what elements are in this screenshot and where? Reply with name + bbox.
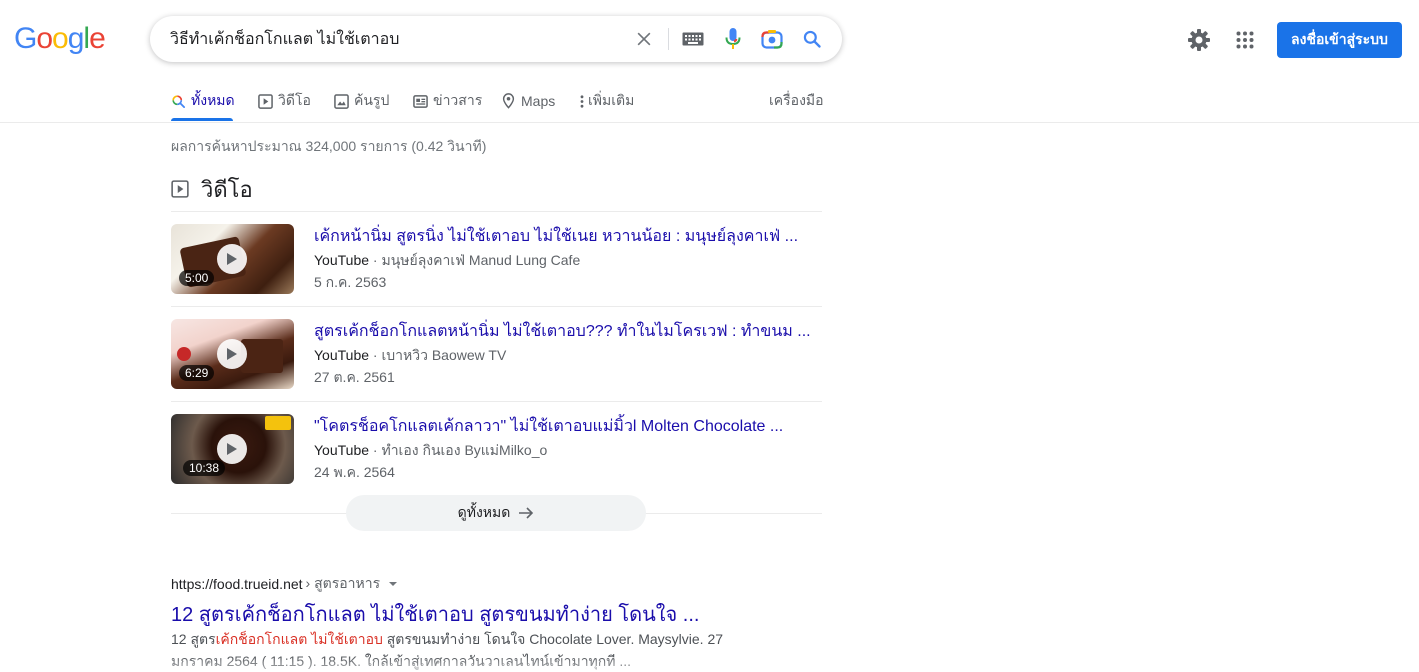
tab-label: วิดีโอ: [278, 92, 311, 108]
tab-images[interactable]: ค้นรูป: [334, 80, 389, 122]
video-title-link[interactable]: "โคตรช็อคโกแลตเค้กลาวา" ไม่ใช้เตาอบแม่มิ…: [314, 414, 783, 439]
tab-label: ค้นรูป: [354, 92, 390, 108]
header: Google ลงชื่อเข้าสู่ระบบ: [0, 0, 1419, 80]
settings-gear-icon[interactable]: [1187, 28, 1211, 52]
see-all-videos-button[interactable]: ดูทั้งหมด: [346, 495, 646, 531]
video-duration: 6:29: [179, 365, 215, 381]
video-date: 27 ต.ค. 2561: [314, 369, 395, 385]
videos-heading: วิดีโอ: [201, 176, 253, 202]
keyboard-icon[interactable]: [681, 27, 705, 51]
video-source: YouTube · เบาหวิว Baowew TV: [314, 347, 507, 363]
video-result[interactable]: 5:00 เค้กหน้านิ่ม สูตรนิ่ง ไม่ใช้เตาอบ ไ…: [171, 211, 822, 306]
video-thumbnail[interactable]: 10:38: [171, 414, 294, 484]
image-icon: [334, 93, 349, 109]
video-platform: YouTube: [314, 347, 370, 363]
video-channel: มนุษย์ลุงคาเฟ่ Manud Lung Cafe: [381, 252, 581, 268]
result-cite[interactable]: https://food.trueid.net › สูตรอาหาร: [171, 573, 398, 595]
play-icon: [217, 339, 247, 369]
google-logo[interactable]: Google: [14, 22, 106, 56]
apps-grid-icon[interactable]: [1233, 28, 1257, 52]
tab-label: เพิ่มเติม: [588, 92, 635, 108]
arrow-right-icon: [519, 507, 534, 519]
video-icon: [258, 93, 273, 109]
video-duration: 10:38: [183, 460, 226, 476]
search-icon[interactable]: [800, 27, 824, 51]
snippet-text: 12 สูตร: [171, 631, 216, 647]
video-title-link[interactable]: สูตรเค้กช็อกโกแลตหน้านิ่ม ไม่ใช้เตาอบ???…: [314, 319, 811, 344]
more-vert-icon: [580, 94, 584, 108]
snippet-highlight: เค้กช็อกโกแลต ไม่ใช้เตาอบ: [215, 631, 383, 647]
result-path: › สูตรอาหาร: [305, 575, 381, 591]
label-sticker: [265, 416, 291, 430]
tab-label: Maps: [521, 93, 556, 109]
search-divider: [668, 28, 669, 50]
video-icon: [171, 180, 189, 198]
result-site: https://food.trueid.net: [171, 576, 303, 592]
chevron-down-icon[interactable]: [388, 581, 398, 587]
result-title-link[interactable]: 12 สูตรเค้กช็อกโกแลต ไม่ใช้เตาอบ สูตรขนม…: [171, 598, 699, 630]
sign-in-button[interactable]: ลงชื่อเข้าสู่ระบบ: [1277, 22, 1402, 58]
result-stats: ผลการค้นหาประมาณ 324,000 รายการ (0.42 วิ…: [171, 138, 487, 154]
video-duration: 5:00: [179, 270, 215, 286]
see-all-label: ดูทั้งหมด: [457, 504, 511, 520]
tab-more[interactable]: เพิ่มเติม: [579, 80, 634, 122]
video-platform: YouTube: [314, 252, 370, 268]
play-icon: [217, 434, 247, 464]
video-channel: เบาหวิว Baowew TV: [381, 347, 507, 363]
tab-label: ทั้งหมด: [191, 92, 235, 108]
tools-button[interactable]: เครื่องมือ: [769, 80, 824, 122]
videos-section-header: วิดีโอ: [171, 174, 253, 204]
video-channel: ทำเอง กินเอง Byแม่Milko_o: [381, 442, 548, 458]
map-pin-icon: [502, 93, 515, 109]
camera-lens-icon[interactable]: [760, 27, 784, 51]
tab-maps[interactable]: Maps: [501, 80, 555, 122]
video-platform: YouTube: [314, 442, 370, 458]
cake-illustration: [241, 339, 283, 373]
tab-all[interactable]: ทั้งหมด: [171, 80, 235, 122]
search-icon: [172, 94, 185, 108]
video-result[interactable]: 10:38 "โคตรช็อคโกแลตเค้กลาวา" ไม่ใช้เตาอ…: [171, 401, 822, 496]
video-thumbnail[interactable]: 5:00: [171, 224, 294, 294]
search-input[interactable]: [170, 26, 630, 52]
tab-label: ข่าวสาร: [433, 92, 483, 108]
clear-icon[interactable]: [632, 27, 656, 51]
video-thumbnail[interactable]: 6:29: [171, 319, 294, 389]
microphone-icon[interactable]: [721, 27, 745, 51]
video-source: YouTube · ทำเอง กินเอง Byแม่Milko_o: [314, 442, 548, 458]
tab-videos[interactable]: วิดีโอ: [258, 80, 311, 122]
search-box: [150, 16, 842, 62]
video-title-link[interactable]: เค้กหน้านิ่ม สูตรนิ่ง ไม่ใช้เตาอบ ไม่ใช้…: [314, 224, 798, 249]
video-result[interactable]: 6:29 สูตรเค้กช็อกโกแลตหน้านิ่ม ไม่ใช้เตา…: [171, 306, 822, 401]
video-source: YouTube · มนุษย์ลุงคาเฟ่ Manud Lung Cafe: [314, 252, 581, 268]
strawberry-illustration: [177, 347, 191, 361]
active-tab-indicator: [171, 118, 233, 121]
bottom-fade: [0, 655, 1419, 672]
tab-news[interactable]: ข่าวสาร: [413, 80, 482, 122]
search-tabs: ทั้งหมด วิดีโอ ค้นรูป ข่าวสาร Maps เพิ่ม…: [0, 80, 1419, 123]
play-icon: [217, 244, 247, 274]
video-date: 5 ก.ค. 2563: [314, 274, 387, 290]
news-icon: [413, 94, 428, 108]
video-date: 24 พ.ค. 2564: [314, 464, 395, 480]
